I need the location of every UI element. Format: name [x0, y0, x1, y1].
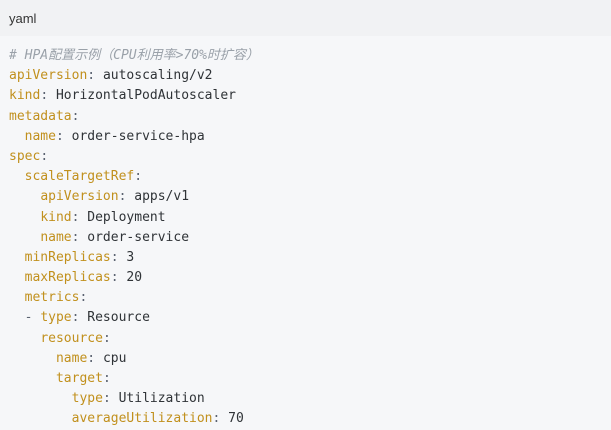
yaml-key: type — [40, 310, 72, 326]
colon: : — [55, 128, 64, 144]
code-comment: # HPA配置示例（CPU利用率>70%时扩容） — [9, 48, 259, 63]
colon: : — [87, 68, 96, 84]
code-line: kind: HorizontalPodAutoscaler — [9, 86, 611, 106]
yaml-key: kind — [9, 88, 41, 104]
yaml-key: type — [71, 391, 103, 407]
yaml-key: metadata — [9, 108, 72, 124]
yaml-key: apiVersion — [9, 68, 88, 84]
yaml-value: autoscaling/v2 — [102, 68, 213, 84]
yaml-key: maxReplicas — [24, 270, 111, 286]
colon: : — [79, 290, 88, 306]
yaml-value: cpu — [102, 350, 127, 366]
code-line: maxReplicas: 20 — [9, 268, 611, 288]
colon: : — [71, 310, 80, 326]
yaml-value: 70 — [228, 411, 244, 427]
colon: : — [40, 148, 49, 164]
yaml-key: target — [55, 371, 103, 386]
colon: : — [102, 371, 111, 386]
colon: : — [71, 209, 80, 225]
yaml-value: 20 — [126, 270, 143, 286]
colon: : — [40, 88, 49, 104]
code-line: # HPA配置示例（CPU利用率>70%时扩容） — [9, 46, 611, 66]
code-line: metrics: — [9, 288, 611, 308]
yaml-key: spec — [9, 148, 41, 164]
yaml-value: order-service-hpa — [71, 128, 205, 144]
code-line: scaleTargetRef: — [9, 167, 611, 187]
colon: : — [87, 350, 96, 366]
list-dash: - — [24, 310, 41, 326]
colon: : — [102, 330, 111, 346]
code-line: target: — [9, 369, 611, 389]
colon: : — [110, 270, 119, 286]
yaml-value: apps/v1 — [134, 189, 190, 205]
yaml-value: Resource — [87, 310, 150, 326]
yaml-value: Deployment — [87, 209, 166, 225]
colon: : — [118, 189, 127, 205]
code-line: - type: Resource — [9, 308, 611, 328]
colon: : — [110, 249, 119, 265]
code-line: apiVersion: autoscaling/v2 — [9, 66, 611, 86]
code-line: metadata: — [9, 107, 611, 127]
code-content[interactable]: # HPA配置示例（CPU利用率>70%时扩容） apiVersion: auto… — [0, 36, 611, 430]
yaml-key: kind — [40, 209, 72, 225]
code-line: averageUtilization: 70 — [9, 409, 611, 429]
yaml-key: resource — [40, 330, 103, 346]
colon: : — [71, 108, 80, 124]
code-line: resource: — [9, 329, 611, 349]
code-line: name: order-service — [9, 228, 611, 248]
yaml-value: 3 — [126, 249, 135, 265]
code-line: type: Utilization — [9, 389, 611, 409]
yaml-key: averageUtilization — [71, 411, 213, 427]
yaml-key: metrics — [24, 290, 80, 306]
colon: : — [134, 169, 143, 185]
yaml-key: name — [55, 350, 88, 366]
code-block-header: yaml — [0, 0, 611, 36]
code-line: apiVersion: apps/v1 — [9, 187, 611, 207]
yaml-key: name — [24, 128, 56, 144]
code-line: kind: Deployment — [9, 208, 611, 228]
yaml-key: apiVersion — [40, 189, 119, 205]
code-line: minReplicas: 3 — [9, 248, 611, 268]
code-line: name: order-service-hpa — [9, 127, 611, 147]
code-line: spec: — [9, 147, 611, 167]
code-block: yaml # HPA配置示例（CPU利用率>70%时扩容） apiVersion:… — [0, 0, 611, 430]
yaml-key: scaleTargetRef — [24, 169, 135, 185]
yaml-key: minReplicas — [24, 249, 111, 265]
yaml-value: order-service — [87, 229, 190, 245]
code-line: name: cpu — [9, 349, 611, 369]
yaml-key: name — [40, 229, 72, 245]
colon: : — [212, 411, 221, 427]
yaml-value: HorizontalPodAutoscaler — [55, 88, 236, 104]
colon: : — [71, 229, 80, 245]
language-label: yaml — [9, 10, 37, 26]
colon: : — [102, 391, 111, 407]
yaml-value: Utilization — [118, 391, 205, 407]
